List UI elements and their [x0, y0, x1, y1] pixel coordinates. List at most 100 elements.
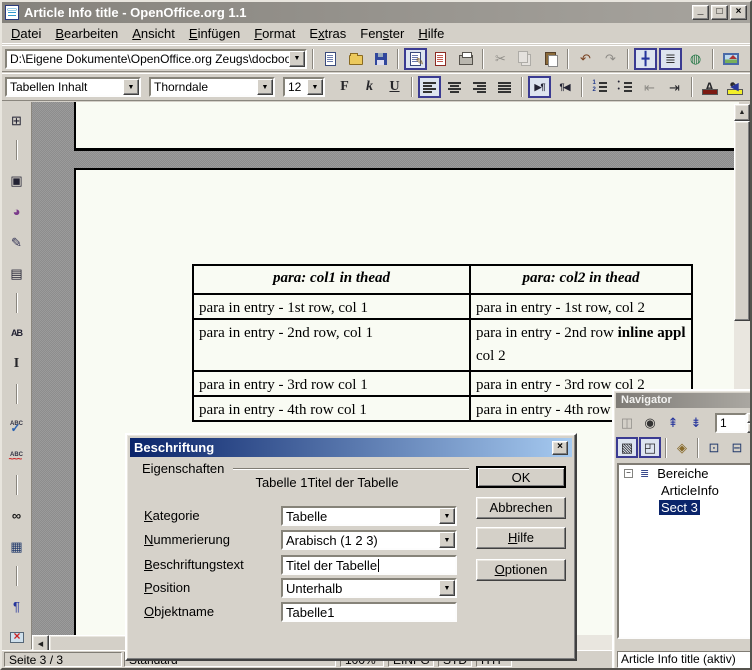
increase-indent-button[interactable]: ⇥ — [663, 76, 686, 98]
navigator-title-bar[interactable]: Navigator — [616, 393, 750, 408]
size-dropdown-icon[interactable]: ▼ — [307, 79, 323, 95]
paragraph-background-button[interactable]: ▭ — [748, 76, 752, 98]
numbering-button[interactable] — [588, 76, 611, 98]
auto-spellcheck-button[interactable] — [5, 444, 28, 466]
tree-item-bereiche[interactable]: −≣Bereiche — [619, 465, 752, 482]
ok-button[interactable]: OK — [476, 466, 566, 488]
insert-form-button[interactable]: ▤ — [5, 262, 28, 284]
table-cell[interactable]: para in entry - 2nd row inline applicati… — [471, 320, 691, 370]
copy-button[interactable] — [514, 48, 537, 70]
table-cell[interactable]: para in entry - 1st row, col 2 — [471, 295, 691, 318]
cancel-button[interactable]: Abbrechen — [476, 497, 566, 519]
gallery-button[interactable] — [719, 48, 742, 70]
footer-button[interactable]: ⊟ — [726, 437, 748, 458]
underline-button[interactable]: U — [383, 76, 406, 98]
table-header-row[interactable]: para: col1 in theadpara: col2 in thead — [194, 266, 691, 293]
scroll-up-button[interactable]: ▲ — [734, 104, 750, 121]
url-value[interactable]: D:\Eigene Dokumente\OpenOffice.org Zeugs… — [7, 51, 289, 67]
right-to-left-button[interactable]: ¶◀ — [553, 76, 576, 98]
insert-object-button[interactable]: ✎ — [5, 231, 28, 253]
data-sources-button[interactable]: ▦ — [5, 535, 28, 557]
app-document-icon[interactable] — [5, 5, 19, 20]
font-name-value[interactable]: Thorndale — [151, 79, 257, 95]
dialog-title-bar[interactable]: Beschriftung × — [130, 438, 572, 457]
edit-file-button[interactable] — [404, 48, 427, 70]
stylist-toggle-button[interactable]: ≣ — [659, 48, 682, 70]
content-view-button[interactable]: ◰ — [639, 437, 661, 458]
help-button[interactable]: Hilfe — [476, 527, 566, 549]
font-name-combobox[interactable]: Thorndale ▼ — [149, 77, 275, 97]
menu-einf-gen[interactable]: Einfügen — [182, 24, 247, 43]
spin-up-icon[interactable]: ▲ — [747, 413, 752, 423]
url-combobox[interactable]: D:\Eigene Dokumente\OpenOffice.org Zeugs… — [5, 49, 307, 69]
font-size-combobox[interactable]: 12 ▼ — [283, 77, 325, 97]
navigator-toggle-button[interactable]: ╋ — [634, 48, 657, 70]
align-right-button[interactable] — [468, 76, 491, 98]
paragraph-style-value[interactable]: Tabellen Inhalt — [7, 79, 123, 95]
font-dropdown-icon[interactable]: ▼ — [257, 79, 273, 95]
nonprinting-characters-button[interactable]: ¶ — [5, 595, 28, 617]
spin-down-icon[interactable]: ▼ — [747, 423, 752, 433]
dropdown-arrow-icon[interactable]: ▼ — [439, 532, 455, 548]
dialog-close-button[interactable]: × — [552, 441, 568, 455]
save-button[interactable] — [369, 48, 392, 70]
toolbar-collapse-button[interactable]: ◀ — [723, 76, 746, 98]
set-reminder-button[interactable]: ◈ — [671, 437, 693, 458]
new-document-button[interactable] — [319, 48, 342, 70]
dropdown-arrow-icon[interactable]: ▼ — [439, 508, 455, 524]
cut-button[interactable]: ✂ — [489, 48, 512, 70]
table-header-cell[interactable]: para: col2 in thead — [471, 266, 691, 293]
position-select[interactable]: Unterhalb▼ — [281, 578, 457, 598]
minimize-button[interactable]: _ — [692, 5, 709, 20]
insert-graphics-button[interactable]: ◕ — [5, 200, 28, 222]
menu-fenster[interactable]: Fenster — [353, 24, 411, 43]
export-pdf-button[interactable] — [429, 48, 452, 70]
redo-button[interactable]: ↷ — [599, 48, 622, 70]
style-dropdown-icon[interactable]: ▼ — [123, 79, 139, 95]
category-select[interactable]: Tabelle▼ — [281, 506, 457, 526]
vertical-scrollbar-thumb[interactable] — [734, 121, 750, 321]
previous-object-button[interactable]: ⇞ — [662, 412, 684, 433]
align-left-button[interactable] — [418, 76, 441, 98]
url-dropdown-icon[interactable]: ▼ — [289, 51, 305, 67]
tree-item-articleinfo[interactable]: ArticleInfo — [619, 482, 752, 499]
spellcheck-button[interactable] — [5, 413, 28, 435]
align-center-button[interactable] — [443, 76, 466, 98]
drag-mode-button[interactable]: ▧ — [616, 437, 638, 458]
font-color-button[interactable]: A — [698, 76, 721, 98]
graphics-onoff-button[interactable] — [5, 626, 28, 648]
navigator-document-selector[interactable]: Article Info title (aktiv) — [617, 651, 752, 668]
menu-hilfe[interactable]: Hilfe — [411, 24, 451, 43]
page-spinner[interactable]: 1 ▲ ▼ — [715, 413, 752, 433]
tree-expander-icon[interactable]: − — [624, 469, 633, 478]
menu-extras[interactable]: Extras — [302, 24, 353, 43]
toggle-view-button[interactable]: ◫ — [616, 412, 638, 433]
menu-datei[interactable]: Datei — [4, 24, 48, 43]
page-number-field[interactable]: 1 — [715, 413, 747, 433]
table-cell[interactable]: para in entry - 4th row col 1 — [194, 397, 471, 420]
align-justify-button[interactable] — [493, 76, 516, 98]
insert-cursor-button[interactable]: I — [5, 353, 28, 375]
insert-table-button[interactable]: ⊞ — [5, 109, 28, 131]
dropdown-arrow-icon[interactable]: ▼ — [439, 580, 455, 596]
options-button[interactable]: Optionen — [476, 559, 566, 581]
print-button[interactable] — [454, 48, 477, 70]
numbering-select[interactable]: Arabisch (1 2 3)▼ — [281, 530, 457, 550]
paste-button[interactable] — [539, 48, 562, 70]
left-to-right-button[interactable]: ▶¶ — [528, 76, 551, 98]
page-2-bottom[interactable] — [74, 102, 739, 151]
next-object-button[interactable]: ⇟ — [685, 412, 707, 433]
insert-frame-button[interactable]: ▣ — [5, 169, 28, 191]
decrease-indent-button[interactable]: ⇤ — [638, 76, 661, 98]
table-row[interactable]: para in entry - 1st row, col 1para in en… — [194, 293, 691, 318]
tree-item-sect-3[interactable]: Sect 3 — [619, 499, 752, 516]
paragraph-style-combobox[interactable]: Tabellen Inhalt ▼ — [5, 77, 141, 97]
maximize-button[interactable]: □ — [711, 5, 728, 20]
header-button[interactable]: ⊡ — [703, 437, 725, 458]
navigation-button[interactable]: ◉ — [639, 412, 661, 433]
italic-button[interactable]: k — [358, 76, 381, 98]
find-replace-button[interactable]: ∞ — [5, 504, 28, 526]
bold-button[interactable]: F — [333, 76, 356, 98]
table-cell[interactable]: para in entry - 3rd row col 1 — [194, 372, 471, 395]
menu-bearbeiten[interactable]: Bearbeiten — [48, 24, 125, 43]
